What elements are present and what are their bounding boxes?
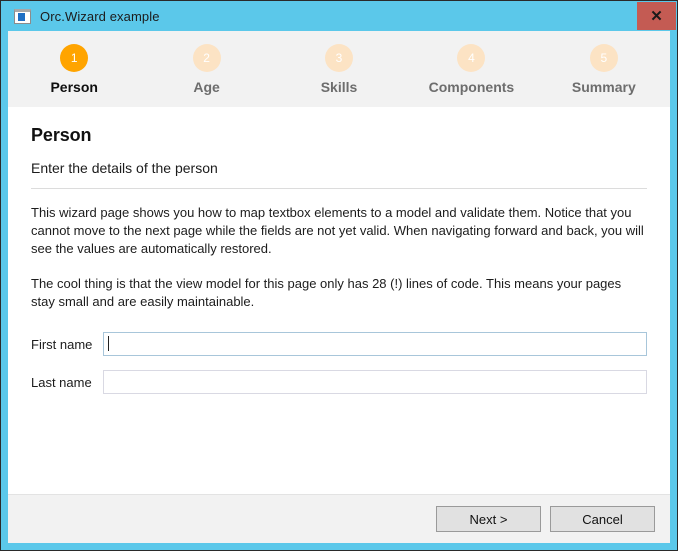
text-caret <box>108 336 109 351</box>
first-name-label: First name <box>31 336 93 352</box>
header-divider <box>31 188 647 189</box>
window-title: Orc.Wizard example <box>40 8 160 24</box>
app-window-icon <box>14 8 31 24</box>
step-number-3: 3 <box>325 44 354 72</box>
description-paragraph-1: This wizard page shows you how to map te… <box>31 205 644 256</box>
step-number-4: 4 <box>457 44 486 72</box>
wizard-steps: 1 Person 2 Age 3 Skills 4 Components 5 S… <box>8 31 670 107</box>
step-number-5: 5 <box>589 44 618 72</box>
title-bar: Orc.Wizard example ✕ <box>1 1 677 31</box>
step-label-skills: Skills <box>320 79 358 95</box>
dialog-footer: Next > Cancel <box>8 494 670 543</box>
next-button[interactable]: Next > <box>436 506 541 532</box>
last-name-row: Last name <box>31 370 647 394</box>
first-name-input-wrap <box>103 332 647 356</box>
sidebar-item-skills[interactable]: 3 Skills <box>273 44 405 95</box>
description-paragraph-2: The cool thing is that the view model fo… <box>31 276 622 309</box>
sidebar-item-age[interactable]: 2 Age <box>140 44 272 95</box>
last-name-label: Last name <box>31 374 92 390</box>
step-label-person: Person <box>50 79 98 95</box>
close-icon[interactable]: ✕ <box>637 2 676 30</box>
step-number-1: 1 <box>60 44 89 72</box>
step-label-age: Age <box>193 79 220 95</box>
sidebar-item-components[interactable]: 4 Components <box>405 44 537 95</box>
page-title: Person <box>31 125 92 145</box>
sidebar-item-summary[interactable]: 5 Summary <box>538 44 670 95</box>
client-area: 1 Person 2 Age 3 Skills 4 Components 5 S… <box>8 31 670 543</box>
sidebar-item-person[interactable]: 1 Person <box>8 44 140 95</box>
step-label-components: Components <box>428 79 515 95</box>
first-name-row: First name <box>31 332 647 356</box>
last-name-input[interactable] <box>103 370 647 394</box>
page-subtitle: Enter the details of the person <box>31 160 218 176</box>
page-content: Person Enter the details of the person T… <box>8 107 670 494</box>
wizard-window: Orc.Wizard example ✕ 1 Person 2 Age 3 Sk… <box>0 0 678 551</box>
person-form: First name Last name <box>31 332 647 394</box>
step-number-2: 2 <box>192 44 221 72</box>
first-name-input[interactable] <box>103 332 647 356</box>
cancel-button[interactable]: Cancel <box>550 506 655 532</box>
step-label-summary: Summary <box>571 79 636 95</box>
